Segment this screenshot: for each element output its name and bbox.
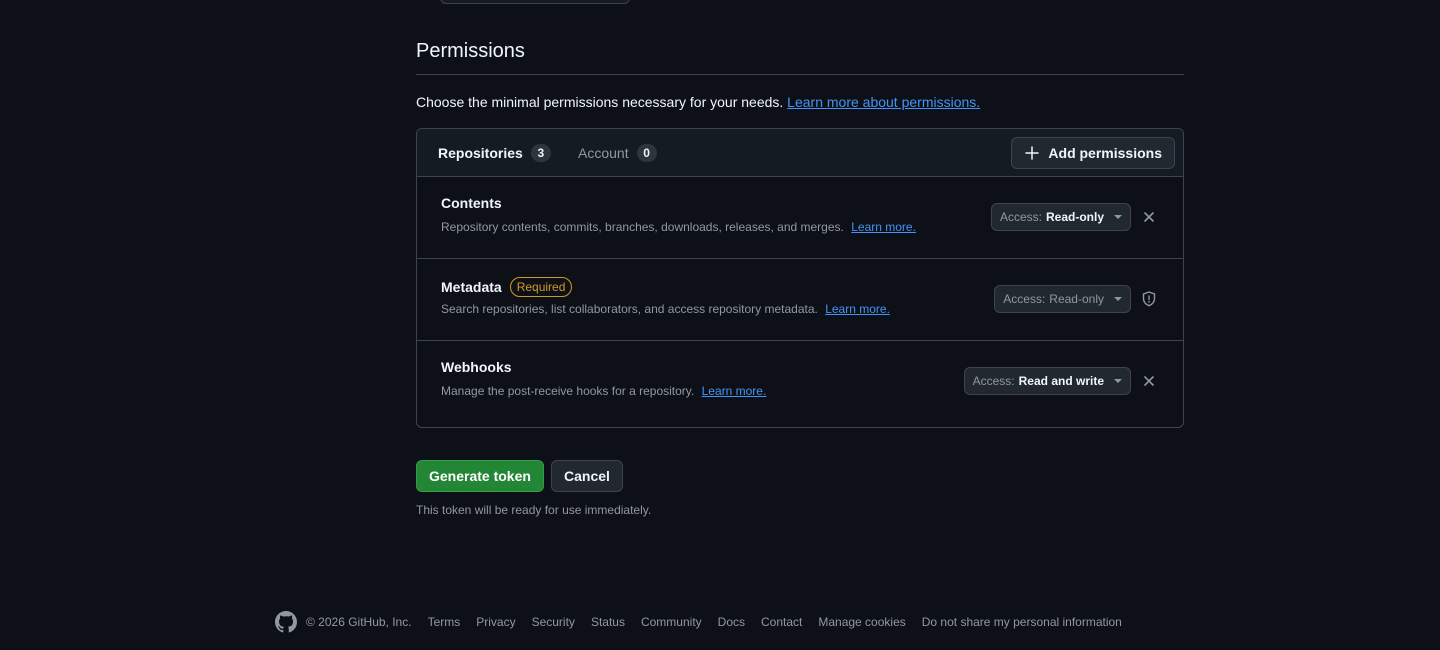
- footer-link-status[interactable]: Status: [591, 615, 625, 629]
- permission-description-text: Search repositories, list collaborators,…: [441, 302, 818, 316]
- github-logo-icon[interactable]: [275, 611, 297, 633]
- footer-link-privacy[interactable]: Privacy: [476, 615, 515, 629]
- permission-description-text: Repository contents, commits, branches, …: [441, 220, 844, 234]
- intro-text: Choose the minimal permissions necessary…: [416, 94, 784, 110]
- permission-title: Contents: [441, 195, 502, 211]
- required-badge: Required: [509, 277, 573, 297]
- tab-account[interactable]: Account 0: [578, 129, 657, 177]
- permission-row-webhooks: Webhooks Manage the post-receive hooks f…: [417, 341, 1183, 423]
- footer-link-security[interactable]: Security: [532, 615, 575, 629]
- chevron-down-icon: [1114, 297, 1122, 301]
- access-prefix: Access:: [999, 210, 1042, 224]
- section-divider: [416, 74, 1184, 75]
- x-icon[interactable]: [1141, 373, 1157, 389]
- tab-counter: 3: [530, 144, 551, 162]
- token-hint: This token will be ready for use immedia…: [416, 503, 652, 517]
- footer-link-manage-cookies[interactable]: Manage cookies: [818, 615, 905, 629]
- footer-link-community[interactable]: Community: [641, 615, 702, 629]
- cancel-button[interactable]: Cancel: [551, 460, 623, 492]
- learn-more-permissions-link[interactable]: Learn more about permissions.: [787, 94, 980, 110]
- plus-icon: [1025, 146, 1040, 160]
- permission-title-text: Contents: [441, 195, 502, 211]
- shield-icon: [1141, 291, 1157, 307]
- chevron-down-icon: [1114, 379, 1122, 383]
- learn-more-link[interactable]: Learn more.: [851, 220, 916, 234]
- permission-row-contents: Contents Repository contents, commits, b…: [417, 177, 1183, 259]
- section-title: Permissions: [416, 40, 525, 62]
- previous-field-stub: [440, 0, 630, 4]
- tab-repositories[interactable]: Repositories 3: [438, 129, 551, 177]
- access-dropdown[interactable]: Access: Read and write: [963, 367, 1131, 395]
- tab-label: Repositories: [438, 145, 523, 161]
- footer-link-terms[interactable]: Terms: [428, 615, 461, 629]
- page-footer: © 2026 GitHub, Inc. Terms Privacy Securi…: [275, 610, 1122, 634]
- access-dropdown[interactable]: Access: Read-only: [994, 285, 1131, 313]
- permission-description: Manage the post-receive hooks for a repo…: [441, 384, 766, 398]
- access-value: Read-only: [1045, 210, 1104, 224]
- access-value: Read-only: [1049, 292, 1104, 306]
- learn-more-link[interactable]: Learn more.: [825, 302, 890, 316]
- footer-copyright: © 2026 GitHub, Inc.: [306, 615, 412, 629]
- permission-title-text: Metadata: [441, 279, 502, 295]
- permission-title: Metadata Required: [441, 277, 573, 297]
- footer-link-docs[interactable]: Docs: [718, 615, 745, 629]
- permissions-panel: Repositories 3 Account 0 Add permissions…: [416, 128, 1184, 428]
- permission-description-text: Manage the post-receive hooks for a repo…: [441, 384, 695, 398]
- permissions-tabs: Repositories 3 Account 0 Add permissions: [417, 129, 1183, 177]
- tab-label: Account: [578, 145, 629, 161]
- tab-counter: 0: [636, 144, 657, 162]
- learn-more-link[interactable]: Learn more.: [702, 384, 767, 398]
- permission-title-text: Webhooks: [441, 359, 512, 375]
- footer-link-do-not-share[interactable]: Do not share my personal information: [922, 615, 1122, 629]
- generate-token-button[interactable]: Generate token: [416, 460, 544, 492]
- permission-description: Search repositories, list collaborators,…: [441, 302, 890, 316]
- access-prefix: Access:: [972, 374, 1015, 388]
- access-prefix: Access:: [1003, 292, 1046, 306]
- permissions-intro: Choose the minimal permissions necessary…: [416, 94, 980, 110]
- add-permissions-button[interactable]: Add permissions: [1011, 137, 1175, 169]
- x-icon[interactable]: [1141, 209, 1157, 225]
- permission-title: Webhooks: [441, 359, 512, 375]
- chevron-down-icon: [1114, 215, 1122, 219]
- access-dropdown[interactable]: Access: Read-only: [990, 203, 1131, 231]
- permission-row-metadata: Metadata Required Search repositories, l…: [417, 259, 1183, 341]
- add-permissions-label: Add permissions: [1048, 145, 1162, 161]
- permission-description: Repository contents, commits, branches, …: [441, 220, 916, 234]
- access-value: Read and write: [1018, 374, 1104, 388]
- footer-link-contact[interactable]: Contact: [761, 615, 802, 629]
